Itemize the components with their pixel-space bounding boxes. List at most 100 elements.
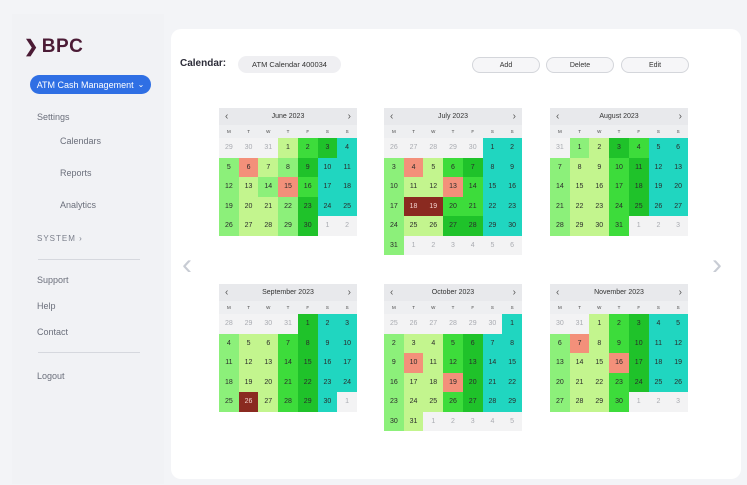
day-cell[interactable]: 29 (502, 392, 522, 412)
chevron-right-icon[interactable]: › (513, 287, 516, 298)
day-cell[interactable]: 26 (384, 138, 404, 158)
day-cell[interactable]: 12 (443, 353, 463, 373)
day-cell[interactable]: 17 (384, 196, 404, 216)
day-cell[interactable]: 2 (423, 235, 444, 255)
day-cell[interactable]: 26 (219, 216, 239, 236)
day-cell[interactable]: 9 (384, 353, 404, 373)
day-cell[interactable]: 2 (648, 216, 669, 236)
day-cell[interactable]: 4 (337, 138, 357, 158)
day-cell[interactable]: 25 (384, 314, 404, 334)
nav-analytics[interactable]: Analytics (60, 200, 96, 210)
day-cell[interactable]: 7 (462, 157, 483, 177)
day-cell[interactable]: 25 (403, 216, 424, 236)
day-cell[interactable]: 22 (297, 372, 318, 392)
day-cell[interactable]: 8 (297, 333, 318, 353)
day-cell[interactable]: 17 (609, 177, 629, 197)
day-cell[interactable]: 16 (609, 353, 629, 373)
day-cell[interactable]: 24 (317, 196, 338, 216)
day-cell[interactable]: 29 (569, 216, 590, 236)
day-cell[interactable]: 28 (423, 138, 444, 158)
day-cell[interactable]: 20 (238, 196, 259, 216)
day-cell[interactable]: 19 (219, 196, 239, 216)
delete-button[interactable]: Delete (546, 57, 614, 73)
nav-settings[interactable]: Settings (37, 112, 70, 122)
day-cell[interactable]: 1 (403, 235, 424, 255)
chevron-right-icon[interactable]: › (348, 287, 351, 298)
day-cell[interactable]: 22 (482, 196, 503, 216)
day-cell[interactable]: 5 (238, 333, 259, 353)
day-cell[interactable]: 15 (482, 177, 503, 197)
day-cell[interactable]: 15 (569, 177, 590, 197)
day-cell[interactable]: 21 (258, 196, 279, 216)
day-cell[interactable]: 6 (443, 157, 463, 177)
day-cell[interactable]: 16 (317, 353, 338, 373)
day-cell[interactable]: 7 (258, 157, 279, 177)
day-cell[interactable]: 2 (502, 138, 522, 158)
day-cell[interactable]: 3 (668, 216, 688, 236)
day-cell[interactable]: 30 (317, 392, 338, 412)
nav-help[interactable]: Help (37, 301, 56, 311)
day-cell[interactable]: 26 (668, 372, 688, 392)
day-cell[interactable]: 29 (589, 392, 610, 412)
day-cell[interactable]: 23 (609, 372, 629, 392)
day-cell[interactable]: 28 (278, 392, 298, 412)
day-cell[interactable]: 1 (317, 216, 338, 236)
day-cell[interactable]: 29 (238, 314, 259, 334)
day-cell[interactable]: 31 (609, 216, 629, 236)
day-cell[interactable]: 30 (482, 314, 503, 334)
day-cell[interactable]: 16 (502, 177, 522, 197)
day-cell[interactable]: 14 (462, 177, 483, 197)
day-cell[interactable]: 27 (462, 392, 483, 412)
day-cell[interactable]: 7 (550, 157, 570, 177)
day-cell[interactable]: 25 (628, 196, 649, 216)
day-cell[interactable]: 26 (238, 392, 259, 412)
day-cell[interactable]: 1 (502, 314, 522, 334)
day-cell[interactable]: 29 (278, 216, 298, 236)
day-cell[interactable]: 28 (550, 216, 570, 236)
day-cell[interactable]: 20 (462, 372, 483, 392)
day-cell[interactable]: 8 (278, 157, 298, 177)
day-cell[interactable]: 18 (219, 372, 239, 392)
day-cell[interactable]: 20 (443, 196, 463, 216)
day-cell[interactable]: 18 (403, 196, 424, 216)
app-selector-button[interactable]: ATM Cash Management ⌄ (30, 75, 151, 94)
day-cell[interactable]: 27 (423, 314, 444, 334)
day-cell[interactable]: 21 (462, 196, 483, 216)
day-cell[interactable]: 22 (589, 372, 610, 392)
day-cell[interactable]: 31 (278, 314, 298, 334)
day-cell[interactable]: 13 (258, 353, 279, 373)
day-cell[interactable]: 11 (219, 353, 239, 373)
day-cell[interactable]: 19 (668, 353, 688, 373)
day-cell[interactable]: 10 (403, 353, 424, 373)
day-cell[interactable]: 27 (550, 392, 570, 412)
day-cell[interactable]: 1 (628, 392, 649, 412)
day-cell[interactable]: 13 (668, 157, 688, 177)
next-page-arrow-icon[interactable]: › (712, 250, 722, 280)
day-cell[interactable]: 1 (482, 138, 503, 158)
day-cell[interactable]: 8 (502, 333, 522, 353)
day-cell[interactable]: 29 (482, 216, 503, 236)
day-cell[interactable]: 1 (423, 411, 444, 431)
day-cell[interactable]: 25 (219, 392, 239, 412)
day-cell[interactable]: 13 (550, 353, 570, 373)
day-cell[interactable]: 2 (589, 138, 610, 158)
day-cell[interactable]: 18 (337, 177, 357, 197)
day-cell[interactable]: 26 (443, 392, 463, 412)
day-cell[interactable]: 3 (403, 333, 424, 353)
day-cell[interactable]: 12 (423, 177, 444, 197)
day-cell[interactable]: 5 (668, 314, 688, 334)
day-cell[interactable]: 23 (317, 372, 338, 392)
day-cell[interactable]: 13 (443, 177, 463, 197)
day-cell[interactable]: 12 (668, 333, 688, 353)
day-cell[interactable]: 4 (482, 411, 503, 431)
day-cell[interactable]: 5 (219, 157, 239, 177)
day-cell[interactable]: 17 (403, 372, 424, 392)
day-cell[interactable]: 17 (317, 177, 338, 197)
chevron-right-icon[interactable]: › (679, 287, 682, 298)
day-cell[interactable]: 9 (297, 157, 318, 177)
day-cell[interactable]: 25 (648, 372, 669, 392)
day-cell[interactable]: 1 (337, 392, 357, 412)
day-cell[interactable]: 27 (668, 196, 688, 216)
day-cell[interactable]: 6 (668, 138, 688, 158)
day-cell[interactable]: 24 (384, 216, 404, 236)
